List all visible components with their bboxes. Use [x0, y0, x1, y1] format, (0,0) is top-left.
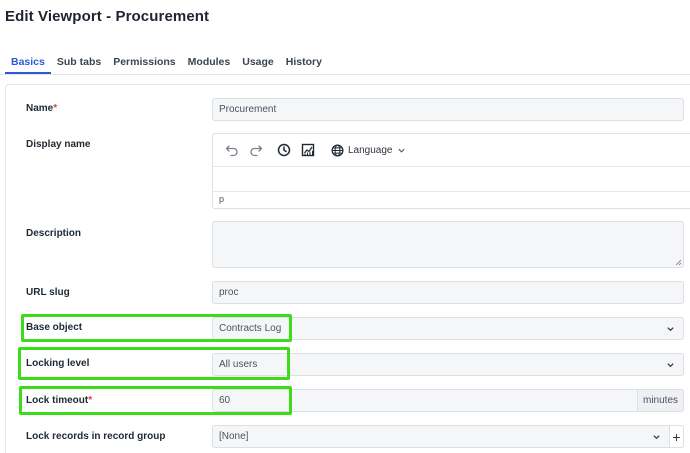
language-label: Language	[348, 144, 393, 156]
locking-level-value: All users	[219, 359, 258, 370]
tab-usage[interactable]: Usage	[236, 52, 280, 74]
description-label: Description	[26, 228, 82, 239]
lock-records-label: Lock records in record group	[26, 431, 166, 442]
chevron-down-icon	[653, 434, 660, 439]
base-object-label: Base object	[26, 322, 83, 333]
base-object-select[interactable]: Contracts Log	[212, 317, 684, 340]
add-record-group-button[interactable]: +	[669, 425, 684, 448]
display-name-editor[interactable]: Language p	[212, 133, 690, 209]
chevron-down-icon	[397, 148, 405, 153]
name-input[interactable]: Procurement	[212, 98, 684, 121]
url-slug-input[interactable]: proc	[212, 281, 684, 304]
lock-records-select[interactable]: [None]	[212, 425, 670, 448]
editor-path: p	[213, 191, 690, 208]
globe-icon	[331, 144, 344, 156]
chevron-down-icon	[667, 326, 674, 331]
tab-sub-tabs[interactable]: Sub tabs	[51, 52, 107, 74]
tab-basics[interactable]: Basics	[5, 52, 51, 74]
tabs-divider	[0, 74, 690, 75]
tab-history[interactable]: History	[280, 52, 328, 74]
editor-toolbar: Language	[213, 134, 690, 167]
tab-modules[interactable]: Modules	[182, 52, 237, 74]
lock-records-value: [None]	[219, 431, 249, 442]
display-name-label: Display name	[26, 139, 91, 150]
editor-content[interactable]	[213, 167, 690, 191]
history-clock-icon[interactable]	[273, 139, 295, 161]
resize-handle-icon[interactable]	[675, 259, 682, 266]
tab-bar: Basics Sub tabs Permissions Modules Usag…	[5, 52, 328, 74]
language-dropdown[interactable]: Language	[331, 144, 406, 157]
url-slug-label: URL slug	[26, 287, 70, 298]
base-object-value: Contracts Log	[219, 323, 282, 334]
undo-icon[interactable]	[221, 139, 243, 161]
redo-icon[interactable]	[245, 139, 267, 161]
page-title: Edit Viewport - Procurement	[5, 8, 210, 25]
locking-level-select[interactable]: All users	[212, 353, 684, 376]
lock-timeout-unit: minutes	[637, 389, 684, 412]
description-textarea[interactable]	[212, 221, 684, 268]
tab-permissions[interactable]: Permissions	[107, 52, 181, 74]
locking-level-label: Locking level	[26, 358, 90, 369]
name-label: Name*	[26, 103, 58, 114]
chart-icon[interactable]	[297, 139, 319, 161]
lock-timeout-input[interactable]: 60	[212, 389, 638, 412]
lock-timeout-label: Lock timeout*	[26, 395, 93, 406]
chevron-down-icon	[667, 362, 674, 367]
